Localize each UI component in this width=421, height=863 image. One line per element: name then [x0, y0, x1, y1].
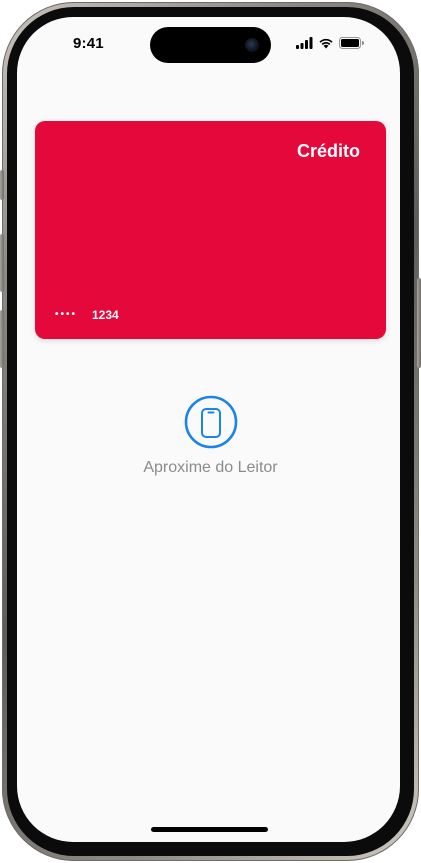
status-time: 9:41	[73, 35, 104, 52]
cellular-signal-icon	[296, 37, 313, 49]
status-icons	[296, 37, 364, 49]
card-type-label: Crédito	[297, 141, 360, 161]
volume-up-button	[0, 234, 4, 292]
power-button	[417, 278, 421, 368]
card-last-four: 1234	[92, 308, 119, 322]
card-masked-dots: ••••	[55, 309, 78, 320]
volume-down-button	[0, 310, 4, 368]
status-bar: 9:41	[17, 17, 400, 71]
wifi-icon	[319, 38, 333, 49]
battery-icon	[339, 37, 364, 49]
front-camera-icon	[245, 38, 259, 52]
phone-reader-icon	[184, 395, 238, 449]
action-button	[0, 170, 4, 200]
reader-instruction: Aproxime do Leitor	[143, 459, 278, 476]
home-indicator[interactable]	[151, 827, 268, 832]
screen: 9:41 Crédito •••• 1234 Aproxime do Leito…	[17, 17, 400, 842]
dynamic-island	[150, 27, 271, 63]
credit-card[interactable]: Crédito •••• 1234	[35, 121, 386, 339]
